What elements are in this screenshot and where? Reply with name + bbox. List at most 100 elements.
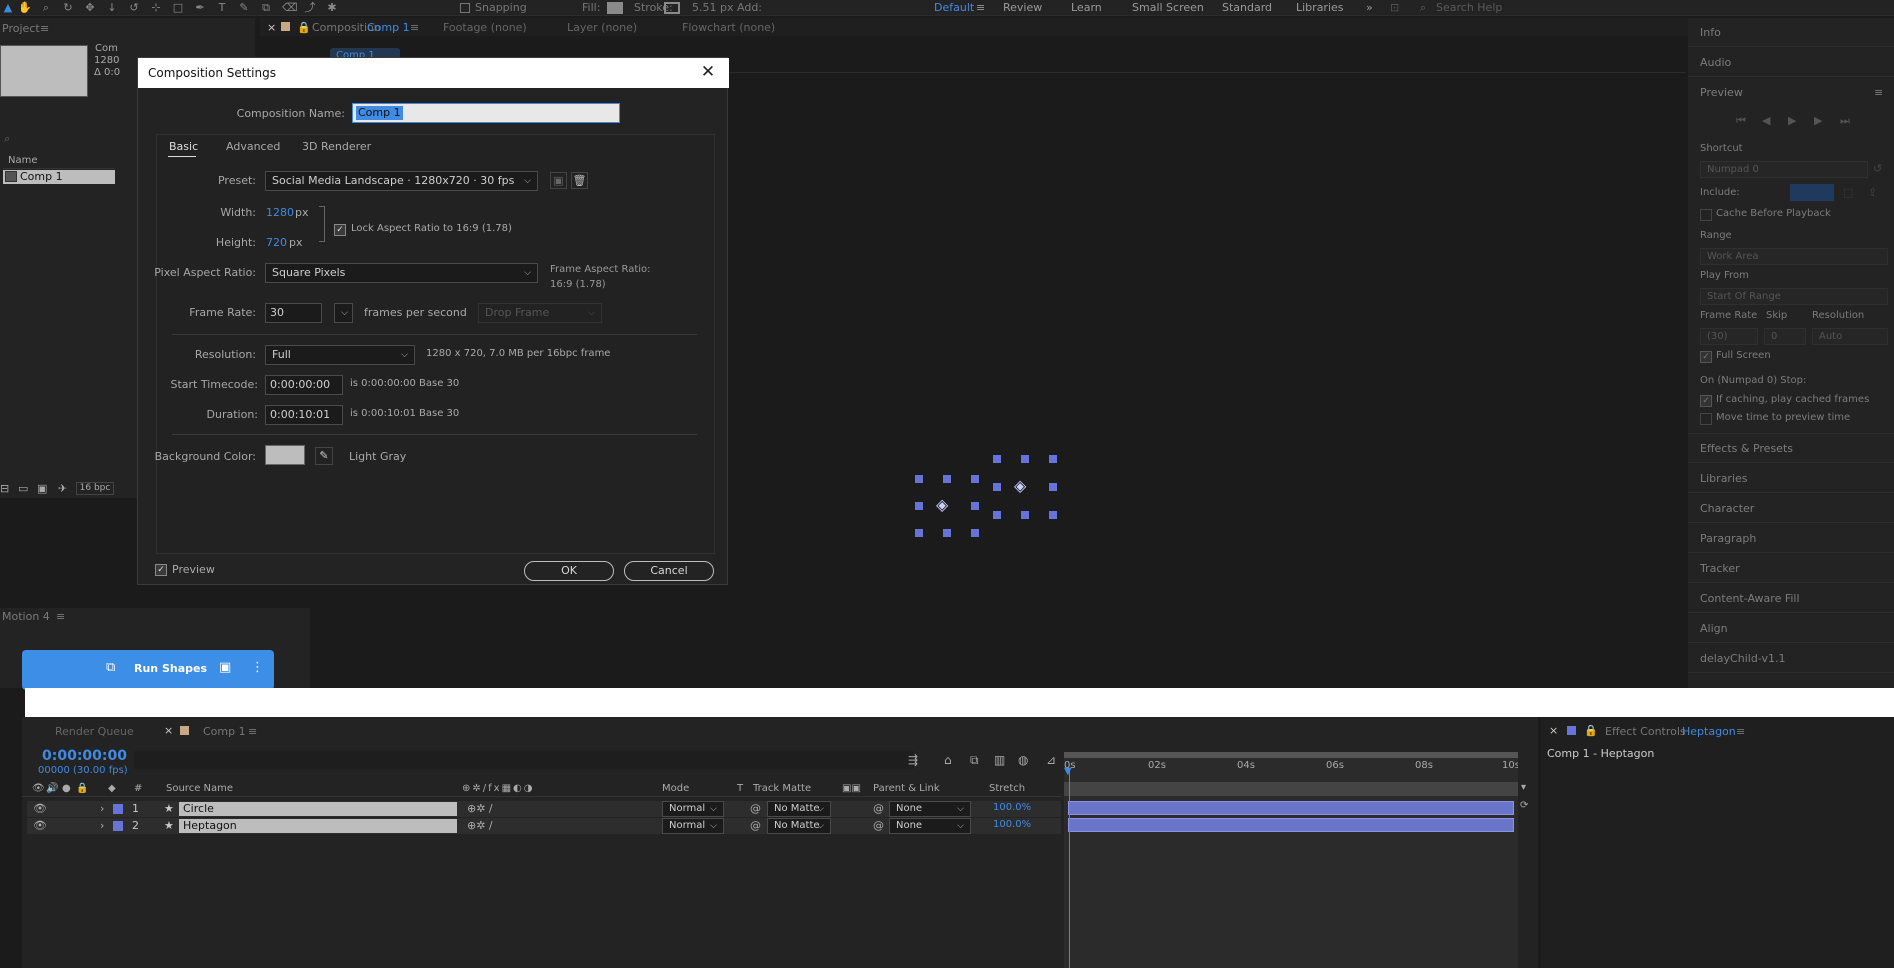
eyedropper-icon[interactable]: ✎ — [315, 447, 333, 465]
name-column[interactable]: Name — [8, 155, 38, 166]
pickwhip-icon[interactable]: @ — [750, 802, 761, 815]
parent-select[interactable]: None ⌵ — [889, 818, 971, 834]
run-shapes-button[interactable]: Run Shapes — [134, 662, 207, 675]
source-name-column[interactable]: Source Name — [166, 783, 233, 794]
expand-chevron-icon[interactable]: › — [100, 819, 104, 832]
anchor-point-icon[interactable]: ◈ — [936, 495, 948, 514]
effect-controls-tab[interactable]: Heptagon — [1682, 725, 1736, 738]
keyframe-icon[interactable]: ⟳ — [1520, 800, 1528, 811]
layer-label-color[interactable] — [113, 821, 123, 831]
shortcut-select[interactable]: Numpad 0 — [1700, 161, 1868, 178]
motion-blur-icon[interactable]: ◍ — [1018, 753, 1028, 767]
lock-icon[interactable]: 🔒 — [297, 21, 311, 34]
pixel-aspect-select[interactable]: Square Pixels ⌵ — [265, 263, 538, 283]
eraser-tool-icon[interactable]: ⌫ — [282, 2, 298, 14]
roto-tool-icon[interactable]: ⤴ — [304, 2, 316, 14]
width-value[interactable]: 1280 — [266, 206, 294, 219]
t-column[interactable]: T — [737, 783, 743, 794]
track-matte-select[interactable]: No Matte ⌵ — [767, 801, 831, 817]
solo-column-icon[interactable]: ● — [62, 783, 71, 794]
current-timecode[interactable]: 0:00:00:00 — [42, 748, 127, 764]
paragraph-tab[interactable]: Paragraph — [1700, 532, 1756, 545]
close-effect-controls-icon[interactable]: × — [1549, 724, 1558, 737]
stretch-column[interactable]: Stretch — [989, 783, 1025, 794]
stroke-width[interactable]: 5.51 px — [692, 1, 733, 14]
character-tab[interactable]: Character — [1700, 502, 1754, 515]
first-frame-icon[interactable]: ⏮ — [1736, 114, 1746, 128]
timeline-search-input[interactable] — [134, 751, 914, 769]
clone-tool-icon[interactable]: ⧉ — [260, 2, 272, 14]
full-screen-checkbox[interactable]: ✓ — [1700, 351, 1712, 363]
layer-row[interactable]: 👁 › 1 ★ Circle ⊕✲ / Normal ⌵ @ No Matte ⌵ … — [27, 801, 1061, 817]
text-tool-icon[interactable]: T — [216, 2, 228, 14]
layer-row[interactable]: 👁 › 2 ★ Heptagon ⊕✲ / Normal ⌵ @ No Matte… — [27, 818, 1061, 834]
preview-panel-tab[interactable]: Preview — [1700, 86, 1743, 99]
switches-column-icons[interactable]: ⊕✲/fx▦◐◑ — [462, 783, 534, 794]
layer-label-color[interactable] — [113, 804, 123, 814]
tab-basic[interactable]: Basic — [169, 140, 198, 153]
audio-column-icon[interactable]: 🔊 — [46, 783, 58, 794]
save-preset-icon[interactable]: ▣ — [550, 172, 567, 189]
shy-layers-icon[interactable]: ⧉ — [970, 753, 979, 768]
visibility-eye-icon[interactable]: 👁 — [33, 802, 47, 815]
project-tab[interactable]: Project — [2, 22, 40, 35]
effect-controls-menu-icon[interactable]: ≡ — [1736, 725, 1745, 738]
comp-tab[interactable]: Comp 1 — [367, 21, 410, 34]
frame-rate-field[interactable]: 30 — [265, 303, 322, 323]
anchor-point-icon[interactable]: ◈ — [1014, 476, 1026, 495]
parent-pickwhip-icon[interactable]: @ — [873, 819, 884, 832]
workspace-review[interactable]: Review — [1003, 1, 1042, 14]
libraries-tab[interactable]: Libraries — [1700, 472, 1748, 485]
visibility-eye-icon[interactable]: 👁 — [33, 819, 47, 832]
lock-aspect-checkbox[interactable]: ✓ — [334, 224, 346, 236]
info-panel-tab[interactable]: Info — [1700, 26, 1721, 39]
work-area-bar[interactable] — [1064, 752, 1518, 758]
tab-3d-renderer[interactable]: 3D Renderer — [302, 140, 371, 153]
motion-tab[interactable]: Motion 4 — [2, 610, 50, 623]
layer-switches[interactable]: ⊕✲ / — [467, 819, 493, 832]
draft-3d-icon[interactable]: ⌂ — [944, 753, 952, 767]
align-tab[interactable]: Align — [1700, 622, 1728, 635]
audio-panel-tab[interactable]: Audio — [1700, 56, 1731, 69]
delaychild-tab[interactable]: delayChild-v1.1 — [1700, 652, 1785, 665]
render-icon[interactable]: ✈ — [58, 482, 67, 495]
pickwhip-icon[interactable]: @ — [750, 819, 761, 832]
sync-icon[interactable]: ⊡ — [1390, 1, 1399, 14]
save-icon[interactable]: ▣ — [219, 660, 231, 675]
comp-name-field[interactable]: Comp 1 — [352, 103, 620, 123]
zoom-tool-icon[interactable]: ⌕ — [40, 2, 52, 14]
more-options-icon[interactable]: ⋮ — [251, 660, 264, 675]
lock-column-icon[interactable]: 🔒 — [76, 783, 88, 794]
preset-select[interactable]: Social Media Landscape · 1280x720 · 30 f… — [265, 171, 538, 191]
layer-duration-bar[interactable] — [1068, 818, 1514, 832]
delete-preset-icon[interactable]: 🗑 — [571, 172, 588, 189]
preview-menu-icon[interactable]: ≡ — [1874, 86, 1883, 99]
search-help-input[interactable]: Search Help — [1436, 1, 1502, 14]
include-toggles[interactable] — [1790, 184, 1834, 201]
fill-swatch[interactable] — [607, 2, 623, 14]
project-item-comp[interactable]: Comp 1 — [3, 170, 115, 184]
anchor-tool-icon[interactable]: ⊹ — [150, 2, 162, 14]
layer-switches[interactable]: ⊕✲ / — [467, 802, 493, 815]
frame-blending-icon[interactable]: ▥ — [994, 753, 1005, 767]
overlay-icon[interactable]: ⬚ — [1843, 186, 1853, 199]
matte-icons[interactable]: ▣▣ — [842, 783, 861, 794]
render-queue-tab[interactable]: Render Queue — [55, 725, 134, 738]
start-timecode-field[interactable]: 0:00:00:00 — [265, 375, 343, 395]
bit-depth-button[interactable]: 16 bpc — [76, 482, 114, 495]
graph-editor-icon[interactable]: ⊿ — [1046, 753, 1056, 767]
background-color-swatch[interactable] — [265, 445, 305, 465]
parent-select[interactable]: None ⌵ — [889, 801, 971, 817]
orbit-tool-icon[interactable]: ↻ — [62, 2, 74, 14]
move-tool-icon[interactable]: ✥ — [84, 2, 96, 14]
pan-tool-icon[interactable]: ↓ — [106, 2, 118, 14]
panel-menu-icon[interactable]: ≡ — [40, 22, 49, 35]
layer-name-field[interactable]: Heptagon — [179, 819, 457, 833]
number-column[interactable]: # — [134, 783, 142, 794]
flowchart-tab[interactable]: Flowchart (none) — [682, 21, 775, 34]
cache-before-checkbox[interactable] — [1700, 209, 1712, 221]
skip-select[interactable]: 0 — [1764, 328, 1806, 345]
layer-mode-select[interactable]: Normal ⌵ — [662, 818, 724, 834]
layer-duration-bar[interactable] — [1068, 801, 1514, 815]
footage-tab[interactable]: Footage (none) — [443, 21, 527, 34]
